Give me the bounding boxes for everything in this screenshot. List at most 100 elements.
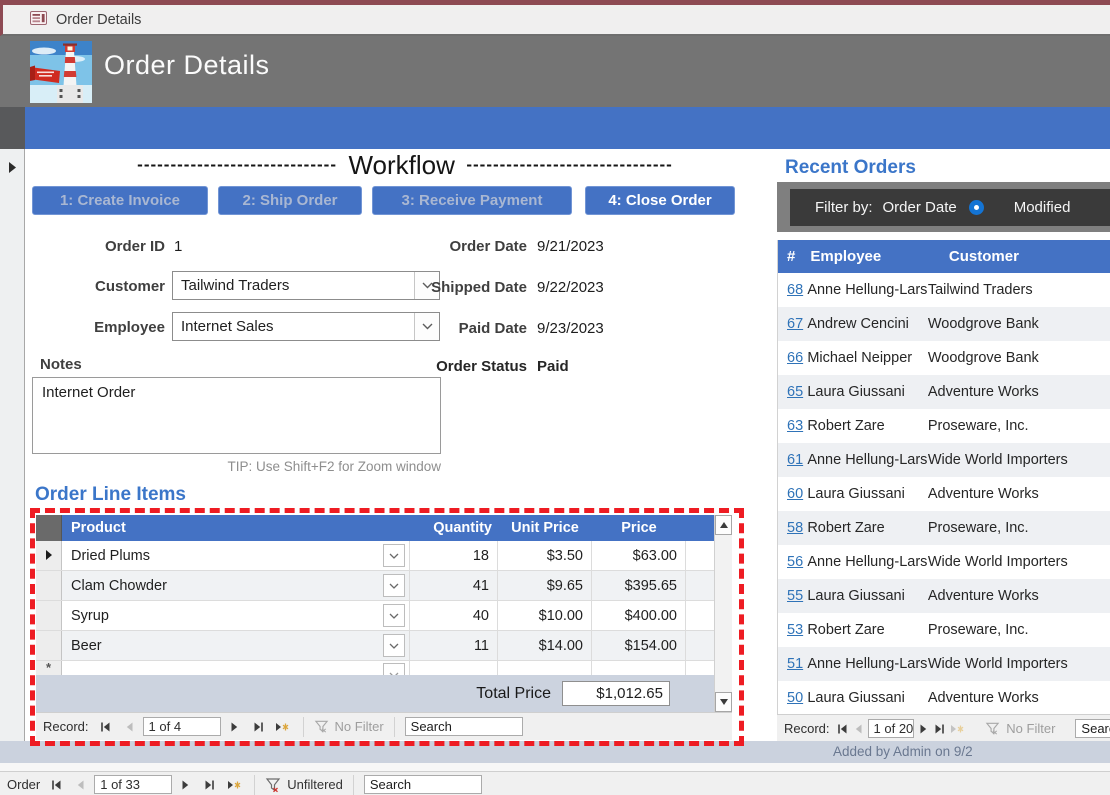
- new-quantity-cell[interactable]: [410, 661, 498, 675]
- create-invoice-button[interactable]: 1: Create Invoice: [32, 186, 208, 215]
- vertical-scrollbar[interactable]: [714, 515, 732, 712]
- order-number-link[interactable]: 65: [787, 384, 807, 400]
- receive-payment-button[interactable]: 3: Receive Payment: [372, 186, 572, 215]
- recent-order-row: 61 Anne Hellung-Larse Wide World Importe…: [778, 443, 1110, 477]
- previous-record-button[interactable]: [119, 717, 139, 737]
- unit-price-cell[interactable]: $9.65: [498, 571, 592, 600]
- scroll-up-button[interactable]: [715, 515, 732, 535]
- last-record-button[interactable]: [934, 719, 946, 739]
- notes-label: Notes: [40, 356, 100, 373]
- no-filter-button[interactable]: No Filter: [314, 719, 384, 734]
- search-box[interactable]: Search: [364, 775, 482, 794]
- product-dropdown-button[interactable]: [383, 574, 405, 597]
- quantity-cell[interactable]: 40: [410, 601, 498, 630]
- next-record-button[interactable]: [225, 717, 245, 737]
- price-cell[interactable]: $400.00: [592, 601, 686, 630]
- notes-field[interactable]: Internet Order: [32, 377, 441, 454]
- order-number-link[interactable]: 56: [787, 554, 807, 570]
- close-order-button[interactable]: 4: Close Order: [585, 186, 735, 215]
- no-filter-label: No Filter: [335, 719, 384, 734]
- new-record-button[interactable]: [950, 719, 965, 739]
- column-header-quantity[interactable]: Quantity: [410, 520, 498, 536]
- northwind-lighthouse-logo: [30, 41, 92, 103]
- order-number-link[interactable]: 50: [787, 690, 807, 706]
- column-header-employee[interactable]: Employee: [810, 248, 949, 265]
- search-box[interactable]: Search: [405, 717, 523, 736]
- product-dropdown-button[interactable]: [383, 663, 405, 675]
- order-number-link[interactable]: 55: [787, 588, 807, 604]
- price-cell[interactable]: $63.00: [592, 541, 686, 570]
- order-number-link[interactable]: 53: [787, 622, 807, 638]
- last-record-button[interactable]: [249, 717, 269, 737]
- shipped-date-value[interactable]: 9/22/2023: [537, 279, 604, 296]
- order-number-link[interactable]: 60: [787, 486, 807, 502]
- order-number-link[interactable]: 67: [787, 316, 807, 332]
- column-header-customer[interactable]: Customer: [949, 248, 1110, 265]
- column-header-unit-price[interactable]: Unit Price: [498, 520, 592, 536]
- customer-cell: Proseware, Inc.: [928, 520, 1110, 536]
- product-cell[interactable]: Syrup: [62, 601, 410, 630]
- scroll-down-button[interactable]: [715, 692, 732, 712]
- record-position-box[interactable]: 1 of 4: [143, 717, 221, 736]
- column-header-price[interactable]: Price: [592, 520, 686, 536]
- customer-cell: Proseware, Inc.: [928, 622, 1110, 638]
- expand-nav-pane-icon[interactable]: [8, 160, 17, 171]
- product-dropdown-button[interactable]: [383, 604, 405, 627]
- unfiltered-button[interactable]: Unfiltered: [265, 777, 343, 793]
- product-dropdown-button[interactable]: [383, 544, 405, 567]
- first-record-button[interactable]: [836, 719, 848, 739]
- unit-price-cell[interactable]: $3.50: [498, 541, 592, 570]
- record-selector[interactable]: [36, 541, 62, 570]
- product-dropdown-button[interactable]: [383, 634, 405, 657]
- quantity-cell[interactable]: 11: [410, 631, 498, 660]
- column-header-product[interactable]: Product: [62, 520, 410, 536]
- customer-cell: Adventure Works: [928, 486, 1110, 502]
- first-record-button[interactable]: [95, 717, 115, 737]
- price-cell[interactable]: $154.00: [592, 631, 686, 660]
- record-position-box[interactable]: 1 of 20: [868, 719, 915, 738]
- order-date-radio-selected[interactable]: [969, 200, 984, 215]
- product-cell[interactable]: Beer: [62, 631, 410, 660]
- unit-price-cell[interactable]: $10.00: [498, 601, 592, 630]
- paid-date-value[interactable]: 9/23/2023: [537, 320, 604, 337]
- tab-order-details[interactable]: Order Details: [3, 5, 141, 34]
- quantity-cell[interactable]: 18: [410, 541, 498, 570]
- order-number-link[interactable]: 58: [787, 520, 807, 536]
- new-record-selector[interactable]: *: [36, 661, 62, 675]
- new-unit-price-cell[interactable]: [498, 661, 592, 675]
- new-record-button[interactable]: [224, 775, 244, 795]
- order-number-link[interactable]: 66: [787, 350, 807, 366]
- previous-record-button[interactable]: [852, 719, 864, 739]
- new-record-button[interactable]: [273, 717, 293, 737]
- quantity-cell[interactable]: 41: [410, 571, 498, 600]
- filter-option-order-date[interactable]: Order Date: [883, 199, 957, 216]
- order-date-value[interactable]: 9/21/2023: [537, 238, 604, 255]
- first-record-button[interactable]: [46, 775, 66, 795]
- price-cell[interactable]: $395.65: [592, 571, 686, 600]
- order-number-link[interactable]: 63: [787, 418, 807, 434]
- product-cell[interactable]: Dried Plums: [62, 541, 410, 570]
- record-selector[interactable]: [36, 601, 62, 630]
- new-record-row[interactable]: *: [36, 661, 714, 675]
- next-record-button[interactable]: [176, 775, 196, 795]
- previous-record-button[interactable]: [70, 775, 90, 795]
- record-selector[interactable]: [36, 571, 62, 600]
- order-number-link[interactable]: 51: [787, 656, 807, 672]
- recent-order-row: 58 Robert Zare Proseware, Inc.: [778, 511, 1110, 545]
- unit-price-cell[interactable]: $14.00: [498, 631, 592, 660]
- new-product-cell[interactable]: [62, 661, 410, 675]
- search-box[interactable]: Search: [1075, 719, 1110, 738]
- new-price-cell[interactable]: [592, 661, 686, 675]
- record-selector[interactable]: [36, 631, 62, 660]
- filter-option-modified[interactable]: Modified: [1014, 199, 1071, 216]
- ship-order-button[interactable]: 2: Ship Order: [218, 186, 362, 215]
- product-cell[interactable]: Clam Chowder: [62, 571, 410, 600]
- order-number-link[interactable]: 68: [787, 282, 807, 298]
- column-header-number[interactable]: #: [778, 248, 810, 265]
- no-filter-button[interactable]: No Filter: [985, 721, 1055, 736]
- last-record-button[interactable]: [200, 775, 220, 795]
- navigation-pane-shutter[interactable]: [0, 149, 25, 741]
- order-number-link[interactable]: 61: [787, 452, 807, 468]
- next-record-button[interactable]: [918, 719, 930, 739]
- record-position-box[interactable]: 1 of 33: [94, 775, 172, 794]
